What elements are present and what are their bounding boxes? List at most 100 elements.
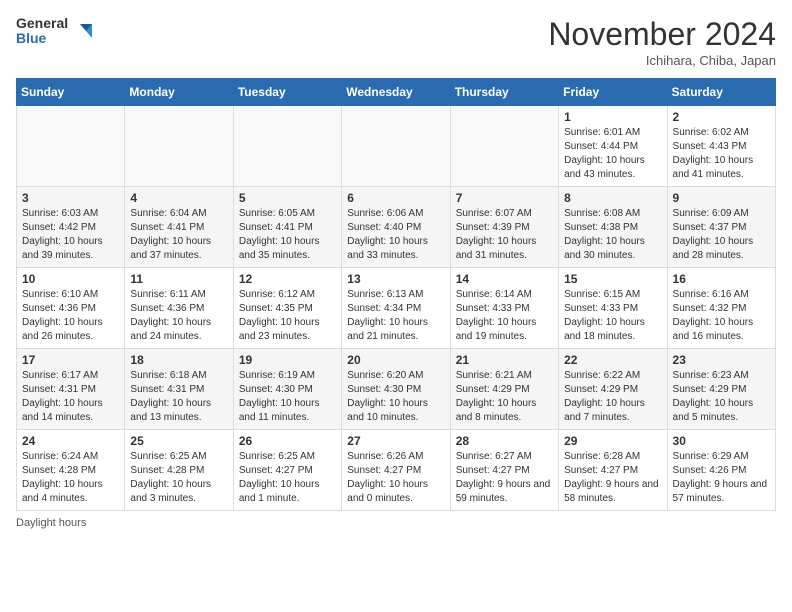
location: Ichihara, Chiba, Japan <box>548 53 776 68</box>
day-cell: 5 Sunrise: 6:05 AM Sunset: 4:41 PM Daylig… <box>233 187 341 268</box>
day-info: Sunrise: 6:07 AM Sunset: 4:39 PM Dayligh… <box>456 207 553 263</box>
day-info: Sunrise: 6:15 AM Sunset: 4:33 PM Dayligh… <box>564 288 661 344</box>
day-info: Sunrise: 6:09 AM Sunset: 4:37 PM Dayligh… <box>673 207 770 263</box>
day-number: 12 <box>239 272 336 286</box>
day-cell: 15Sunrise: 6:15 AM Sunset: 4:33 PM Dayli… <box>559 268 667 349</box>
day-cell: 10 Sunrise: 6:10 AM Sunset: 4:36 PM Dayli… <box>17 268 125 349</box>
day-number: 25 <box>130 434 227 448</box>
day-number: 7 <box>456 191 553 205</box>
day-number: 6 <box>347 191 444 205</box>
day-cell: 14 Sunrise: 6:14 AM Sunset: 4:33 PM Dayli… <box>450 268 558 349</box>
day-info: Sunrise: 6:16 AM Sunset: 4:32 PM Dayligh… <box>673 288 770 344</box>
calendar-header-row: SundayMondayTuesdayWednesdayThursdayFrid… <box>17 79 776 106</box>
day-number: 18 <box>130 353 227 367</box>
day-number: 4 <box>130 191 227 205</box>
day-info: Sunrise: 6:14 AM Sunset: 4:33 PM Dayligh… <box>456 288 553 344</box>
day-number: 13 <box>347 272 444 286</box>
day-number: 26 <box>239 434 336 448</box>
day-number: 24 <box>22 434 119 448</box>
day-cell: 9 Sunrise: 6:09 AM Sunset: 4:37 PM Daylig… <box>667 187 775 268</box>
day-info: Sunrise: 6:08 AM Sunset: 4:38 PM Dayligh… <box>564 207 661 263</box>
day-cell: 1 Sunrise: 6:01 AM Sunset: 4:44 PM Daylig… <box>559 106 667 187</box>
day-info: Sunrise: 6:17 AM Sunset: 4:31 PM Dayligh… <box>22 369 119 425</box>
day-info: Sunrise: 6:20 AM Sunset: 4:30 PM Dayligh… <box>347 369 444 425</box>
day-number: 8 <box>564 191 661 205</box>
day-number: 28 <box>456 434 553 448</box>
day-cell: 2Sunrise: 6:02 AM Sunset: 4:43 PM Daylig… <box>667 106 775 187</box>
day-info: Sunrise: 6:13 AM Sunset: 4:34 PM Dayligh… <box>347 288 444 344</box>
day-info: Sunrise: 6:24 AM Sunset: 4:28 PM Dayligh… <box>22 450 119 506</box>
day-cell: 13 Sunrise: 6:13 AM Sunset: 4:34 PM Dayli… <box>342 268 450 349</box>
day-cell: 12Sunrise: 6:12 AM Sunset: 4:35 PM Dayli… <box>233 268 341 349</box>
day-info: Sunrise: 6:10 AM Sunset: 4:36 PM Dayligh… <box>22 288 119 344</box>
week-row-4: 17 Sunrise: 6:17 AM Sunset: 4:31 PM Dayli… <box>17 349 776 430</box>
col-header-wednesday: Wednesday <box>342 79 450 106</box>
col-header-thursday: Thursday <box>450 79 558 106</box>
day-cell: 29 Sunrise: 6:28 AM Sunset: 4:27 PM Dayli… <box>559 430 667 511</box>
day-number: 2 <box>673 110 770 124</box>
day-cell <box>233 106 341 187</box>
day-number: 1 <box>564 110 661 124</box>
logo: General Blue <box>16 16 94 47</box>
day-number: 20 <box>347 353 444 367</box>
day-number: 9 <box>673 191 770 205</box>
day-info: Sunrise: 6:11 AM Sunset: 4:36 PM Dayligh… <box>130 288 227 344</box>
title-block: November 2024 Ichihara, Chiba, Japan <box>548 16 776 68</box>
day-cell: 23 Sunrise: 6:23 AM Sunset: 4:29 PM Dayli… <box>667 349 775 430</box>
day-info: Sunrise: 6:27 AM Sunset: 4:27 PM Dayligh… <box>456 450 553 506</box>
day-cell: 19 Sunrise: 6:19 AM Sunset: 4:30 PM Dayli… <box>233 349 341 430</box>
day-number: 14 <box>456 272 553 286</box>
day-info: Sunrise: 6:23 AM Sunset: 4:29 PM Dayligh… <box>673 369 770 425</box>
day-number: 30 <box>673 434 770 448</box>
day-info: Sunrise: 6:28 AM Sunset: 4:27 PM Dayligh… <box>564 450 661 506</box>
day-cell: 24 Sunrise: 6:24 AM Sunset: 4:28 PM Dayli… <box>17 430 125 511</box>
day-cell: 30 Sunrise: 6:29 AM Sunset: 4:26 PM Dayli… <box>667 430 775 511</box>
day-cell: 27Sunrise: 6:26 AM Sunset: 4:27 PM Dayli… <box>342 430 450 511</box>
day-cell: 16Sunrise: 6:16 AM Sunset: 4:32 PM Dayli… <box>667 268 775 349</box>
day-info: Sunrise: 6:05 AM Sunset: 4:41 PM Dayligh… <box>239 207 336 263</box>
col-header-friday: Friday <box>559 79 667 106</box>
day-cell <box>125 106 233 187</box>
day-number: 21 <box>456 353 553 367</box>
day-info: Sunrise: 6:01 AM Sunset: 4:44 PM Dayligh… <box>564 126 661 182</box>
day-cell: 3 Sunrise: 6:03 AM Sunset: 4:42 PM Daylig… <box>17 187 125 268</box>
day-number: 11 <box>130 272 227 286</box>
col-header-saturday: Saturday <box>667 79 775 106</box>
logo-arrow-icon <box>72 20 94 42</box>
footer-note: Daylight hours <box>16 517 776 529</box>
day-number: 23 <box>673 353 770 367</box>
day-number: 3 <box>22 191 119 205</box>
day-cell: 17 Sunrise: 6:17 AM Sunset: 4:31 PM Dayli… <box>17 349 125 430</box>
day-cell: 8 Sunrise: 6:08 AM Sunset: 4:38 PM Daylig… <box>559 187 667 268</box>
day-number: 17 <box>22 353 119 367</box>
day-cell: 7 Sunrise: 6:07 AM Sunset: 4:39 PM Daylig… <box>450 187 558 268</box>
day-number: 29 <box>564 434 661 448</box>
day-info: Sunrise: 6:25 AM Sunset: 4:28 PM Dayligh… <box>130 450 227 506</box>
day-info: Sunrise: 6:03 AM Sunset: 4:42 PM Dayligh… <box>22 207 119 263</box>
day-info: Sunrise: 6:04 AM Sunset: 4:41 PM Dayligh… <box>130 207 227 263</box>
day-cell: 20 Sunrise: 6:20 AM Sunset: 4:30 PM Dayli… <box>342 349 450 430</box>
day-cell: 6Sunrise: 6:06 AM Sunset: 4:40 PM Daylig… <box>342 187 450 268</box>
day-cell: 26 Sunrise: 6:25 AM Sunset: 4:27 PM Dayli… <box>233 430 341 511</box>
day-cell <box>17 106 125 187</box>
day-info: Sunrise: 6:21 AM Sunset: 4:29 PM Dayligh… <box>456 369 553 425</box>
month-title: November 2024 <box>548 16 776 53</box>
day-cell: 11 Sunrise: 6:11 AM Sunset: 4:36 PM Dayli… <box>125 268 233 349</box>
day-number: 19 <box>239 353 336 367</box>
day-info: Sunrise: 6:25 AM Sunset: 4:27 PM Dayligh… <box>239 450 336 506</box>
week-row-2: 3 Sunrise: 6:03 AM Sunset: 4:42 PM Daylig… <box>17 187 776 268</box>
page-header: General Blue November 2024 Ichihara, Chi… <box>16 16 776 68</box>
day-number: 5 <box>239 191 336 205</box>
col-header-monday: Monday <box>125 79 233 106</box>
week-row-3: 10 Sunrise: 6:10 AM Sunset: 4:36 PM Dayli… <box>17 268 776 349</box>
day-cell <box>342 106 450 187</box>
day-number: 27 <box>347 434 444 448</box>
day-info: Sunrise: 6:19 AM Sunset: 4:30 PM Dayligh… <box>239 369 336 425</box>
day-cell: 21 Sunrise: 6:21 AM Sunset: 4:29 PM Dayli… <box>450 349 558 430</box>
col-header-tuesday: Tuesday <box>233 79 341 106</box>
day-info: Sunrise: 6:22 AM Sunset: 4:29 PM Dayligh… <box>564 369 661 425</box>
day-info: Sunrise: 6:29 AM Sunset: 4:26 PM Dayligh… <box>673 450 770 506</box>
day-cell <box>450 106 558 187</box>
day-number: 22 <box>564 353 661 367</box>
day-number: 10 <box>22 272 119 286</box>
